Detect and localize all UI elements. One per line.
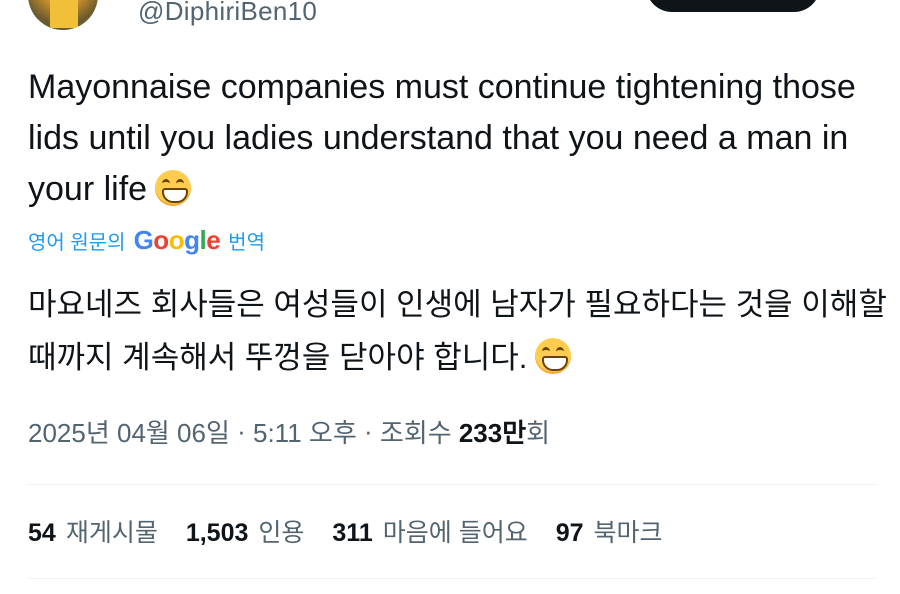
stat-count: 97 [555, 519, 584, 547]
stat-label: 재게시물 [65, 519, 158, 547]
tweet-date[interactable]: 2025년 04월 06일 [28, 413, 230, 450]
stat-quotes[interactable]: 1,503 인용 [186, 513, 305, 549]
stat-reposts[interactable]: 54 재게시물 [28, 513, 158, 549]
stat-likes[interactable]: 311 마음에 들어요 [332, 513, 527, 549]
stat-bookmarks[interactable]: 97 북마크 [556, 513, 663, 549]
grinning-emoji-icon [535, 338, 572, 374]
stat-count: 311 [332, 519, 373, 547]
stat-label: 북마크 [593, 519, 663, 547]
google-logo-icon: Google [133, 224, 221, 255]
author-avatar[interactable] [28, 0, 98, 30]
follow-button[interactable] [646, 0, 820, 12]
translated-text-content: 마요네즈 회사들은 여성들이 인생에 남자가 필요하다는 것을 이해할 때까지 … [28, 287, 887, 375]
views-count: 233만 [458, 418, 527, 448]
translation-suffix: 번역 [228, 231, 265, 254]
grinning-emoji-icon [155, 170, 192, 206]
tweet-text-content: Mayonnaise companies must continue tight… [28, 68, 856, 208]
translated-text: 마요네즈 회사들은 여성들이 인생에 남자가 필요하다는 것을 이해할 때까지 … [28, 278, 888, 384]
avatar-figure [50, 0, 78, 28]
tweet-meta: 2025년 04월 06일 · 5:11 오후 · 조회수 233만 회 [28, 413, 550, 450]
translation-attribution[interactable]: 영어 원문의 Google 번역 [28, 224, 265, 256]
views-suffix: 회 [526, 418, 551, 448]
divider [28, 484, 876, 485]
stat-label: 인용 [258, 519, 305, 547]
views-label: 조회수 [379, 418, 459, 448]
translation-prefix: 영어 원문의 [28, 231, 126, 254]
meta-separator: · [229, 416, 253, 446]
author-handle[interactable]: @DiphiriBen10 [138, 0, 317, 27]
stat-count: 54 [28, 519, 56, 547]
stat-count: 1,503 [185, 519, 249, 547]
engagement-stats: 54 재게시물 1,503 인용 311 마음에 들어요 97 북마크 [28, 513, 691, 549]
tweet-time[interactable]: 5:11 오후 [253, 413, 357, 450]
stat-label: 마음에 들어요 [382, 519, 528, 547]
divider [28, 578, 876, 579]
meta-separator: · [356, 416, 380, 446]
tweet-text: Mayonnaise companies must continue tight… [28, 62, 888, 215]
